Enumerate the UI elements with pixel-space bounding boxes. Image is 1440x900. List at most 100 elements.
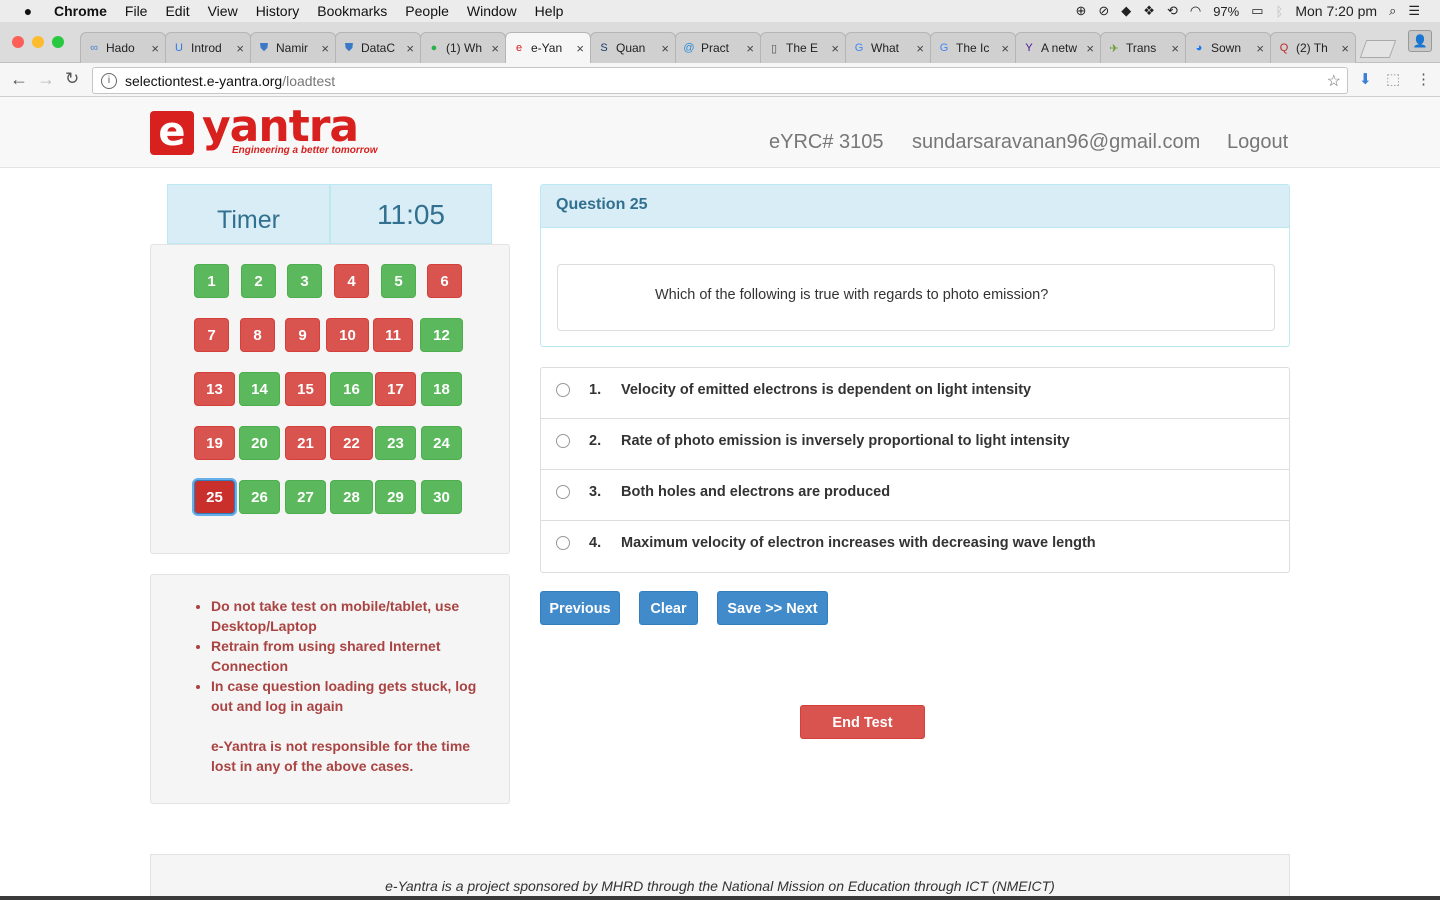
browser-tab[interactable]: ⛊ DataC × bbox=[335, 32, 421, 63]
close-tab-icon[interactable]: × bbox=[406, 41, 414, 56]
minimize-window-button[interactable] bbox=[32, 36, 44, 48]
close-tab-icon[interactable]: × bbox=[1001, 41, 1009, 56]
close-window-button[interactable] bbox=[12, 36, 24, 48]
browser-tab[interactable]: ∞ Hado × bbox=[80, 32, 166, 63]
browser-tab[interactable]: ▯ The E × bbox=[760, 32, 846, 63]
question-1-button[interactable]: 1 bbox=[194, 264, 229, 298]
option-radio[interactable] bbox=[556, 434, 570, 448]
browser-tab[interactable]: ✈ Trans × bbox=[1100, 32, 1186, 63]
question-22-button[interactable]: 22 bbox=[330, 426, 373, 460]
close-tab-icon[interactable]: × bbox=[916, 41, 924, 56]
question-29-button[interactable]: 29 bbox=[375, 480, 416, 514]
extension-icon[interactable]: ⬚ bbox=[1386, 70, 1400, 88]
close-tab-icon[interactable]: × bbox=[151, 41, 159, 56]
close-tab-icon[interactable]: × bbox=[831, 41, 839, 56]
new-tab-button[interactable] bbox=[1359, 40, 1397, 58]
browser-tab[interactable]: G What × bbox=[845, 32, 931, 63]
dropbox-icon[interactable]: ❖ bbox=[1143, 3, 1155, 19]
option-row[interactable]: 4. Maximum velocity of electron increase… bbox=[541, 521, 1289, 572]
question-12-button[interactable]: 12 bbox=[420, 318, 463, 352]
question-2-button[interactable]: 2 bbox=[241, 264, 276, 298]
browser-tab[interactable]: S Quan × bbox=[590, 32, 676, 63]
menu-view[interactable]: View bbox=[208, 3, 238, 19]
menu-people[interactable]: People bbox=[405, 3, 449, 19]
browser-tab[interactable]: e e-Yan × bbox=[505, 32, 591, 63]
question-23-button[interactable]: 23 bbox=[375, 426, 416, 460]
evernote-icon[interactable]: ◆ bbox=[1121, 3, 1131, 19]
close-tab-icon[interactable]: × bbox=[746, 41, 754, 56]
spotlight-search-icon[interactable]: ⌕ bbox=[1389, 3, 1396, 19]
question-19-button[interactable]: 19 bbox=[194, 426, 235, 460]
browser-tab[interactable]: U Introd × bbox=[165, 32, 251, 63]
question-21-button[interactable]: 21 bbox=[285, 426, 326, 460]
time-machine-icon[interactable]: ⟲ bbox=[1167, 3, 1178, 19]
option-radio[interactable] bbox=[556, 536, 570, 550]
menu-edit[interactable]: Edit bbox=[165, 3, 189, 19]
reload-icon[interactable]: ↻ bbox=[65, 69, 79, 89]
menu-app-name[interactable]: Chrome bbox=[54, 3, 107, 19]
menu-window[interactable]: Window bbox=[467, 3, 517, 19]
bluetooth-icon[interactable]: ᛒ bbox=[1276, 4, 1284, 19]
battery-percent[interactable]: 97% bbox=[1213, 4, 1239, 19]
question-10-button[interactable]: 10 bbox=[326, 318, 369, 352]
notification-center-icon[interactable]: ☰ bbox=[1408, 3, 1420, 19]
menu-help[interactable]: Help bbox=[535, 3, 564, 19]
close-tab-icon[interactable]: × bbox=[1086, 41, 1094, 56]
question-15-button[interactable]: 15 bbox=[285, 372, 326, 406]
question-18-button[interactable]: 18 bbox=[421, 372, 462, 406]
apple-icon[interactable]: ● bbox=[18, 3, 38, 19]
browser-tab[interactable]: Q (2) Th × bbox=[1270, 32, 1356, 63]
close-tab-icon[interactable]: × bbox=[1171, 41, 1179, 56]
menu-file[interactable]: File bbox=[125, 3, 148, 19]
option-radio[interactable] bbox=[556, 485, 570, 499]
target-icon[interactable]: ⊕ bbox=[1075, 3, 1086, 19]
logout-link[interactable]: Logout bbox=[1227, 131, 1288, 154]
menubar-clock[interactable]: Mon 7:20 pm bbox=[1295, 3, 1377, 19]
site-info-icon[interactable]: i bbox=[101, 72, 117, 89]
browser-tab[interactable]: Y A netw × bbox=[1015, 32, 1101, 63]
download-extension-icon[interactable]: ⬇ bbox=[1359, 70, 1372, 88]
option-row[interactable]: 1. Velocity of emitted electrons is depe… bbox=[541, 368, 1289, 419]
save-next-button[interactable]: Save >> Next bbox=[717, 591, 828, 625]
question-24-button[interactable]: 24 bbox=[421, 426, 462, 460]
question-6-button[interactable]: 6 bbox=[427, 264, 462, 298]
browser-tab[interactable]: ● (1) Wh × bbox=[420, 32, 506, 63]
question-20-button[interactable]: 20 bbox=[239, 426, 280, 460]
eyantra-logo[interactable]: e yantra Engineering a better tomorrow bbox=[150, 105, 385, 159]
close-tab-icon[interactable]: × bbox=[491, 41, 499, 56]
option-row[interactable]: 2. Rate of photo emission is inversely p… bbox=[541, 419, 1289, 470]
clear-button[interactable]: Clear bbox=[639, 591, 698, 625]
forward-arrow-icon[interactable]: → bbox=[37, 69, 55, 90]
question-5-button[interactable]: 5 bbox=[381, 264, 416, 298]
profile-icon[interactable]: 👤 bbox=[1408, 30, 1432, 52]
question-30-button[interactable]: 30 bbox=[421, 480, 462, 514]
bookmark-star-icon[interactable]: ☆ bbox=[1327, 71, 1341, 91]
close-tab-icon[interactable]: × bbox=[236, 41, 244, 56]
back-arrow-icon[interactable]: ← bbox=[10, 69, 28, 90]
close-tab-icon[interactable]: × bbox=[576, 41, 584, 56]
browser-tab[interactable]: ⛊ Namir × bbox=[250, 32, 336, 63]
question-11-button[interactable]: 11 bbox=[373, 318, 413, 352]
question-7-button[interactable]: 7 bbox=[194, 318, 229, 352]
question-27-button[interactable]: 27 bbox=[285, 480, 326, 514]
battery-icon[interactable]: ▭ bbox=[1251, 3, 1263, 19]
browser-tab[interactable]: @ Pract × bbox=[675, 32, 761, 63]
browser-tab[interactable]: ◕ Sown × bbox=[1185, 32, 1271, 63]
menu-bookmarks[interactable]: Bookmarks bbox=[317, 3, 387, 19]
close-tab-icon[interactable]: × bbox=[1341, 41, 1349, 56]
close-tab-icon[interactable]: × bbox=[661, 41, 669, 56]
no-entry-icon[interactable]: ⊘ bbox=[1098, 3, 1109, 19]
question-13-button[interactable]: 13 bbox=[194, 372, 235, 406]
wifi-icon[interactable]: ◠ bbox=[1190, 3, 1201, 19]
question-25-button[interactable]: 25 bbox=[194, 480, 235, 514]
question-16-button[interactable]: 16 bbox=[330, 372, 373, 406]
browser-tab[interactable]: G The Ic × bbox=[930, 32, 1016, 63]
question-8-button[interactable]: 8 bbox=[240, 318, 275, 352]
question-14-button[interactable]: 14 bbox=[239, 372, 280, 406]
question-4-button[interactable]: 4 bbox=[334, 264, 369, 298]
close-tab-icon[interactable]: × bbox=[1256, 41, 1264, 56]
question-17-button[interactable]: 17 bbox=[375, 372, 416, 406]
previous-button[interactable]: Previous bbox=[540, 591, 620, 625]
end-test-button[interactable]: End Test bbox=[800, 705, 925, 739]
address-bar[interactable]: i selectiontest.e-yantra.org/loadtest ☆ bbox=[92, 67, 1348, 94]
